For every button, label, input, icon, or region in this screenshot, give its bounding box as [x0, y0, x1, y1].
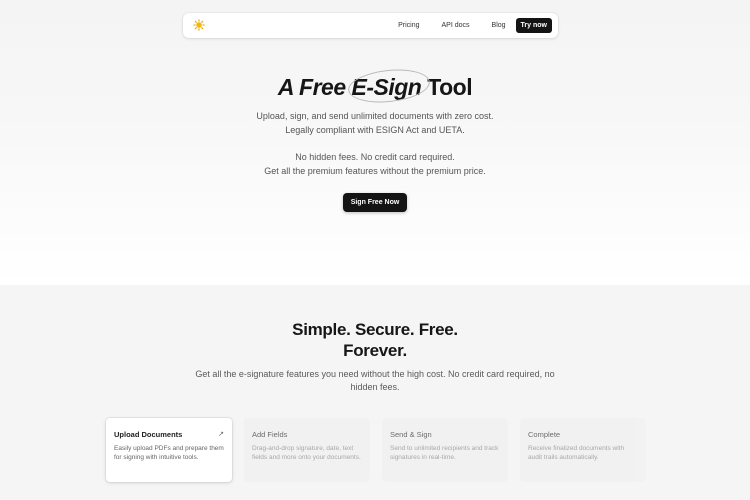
feature-card-desc: Receive finalized documents with audit t…: [528, 445, 625, 462]
features-desc-line2: hidden fees.: [350, 382, 400, 392]
nav-link-pricing[interactable]: Pricing: [398, 22, 419, 29]
hero-title: A Free E-Sign Tool: [0, 65, 750, 107]
feature-card-upload[interactable]: Upload Documents ↗ Easily upload PDFs an…: [106, 418, 232, 482]
sign-free-now-button[interactable]: Sign Free Now: [343, 193, 407, 212]
feature-card-title: Complete: [528, 430, 561, 439]
feature-card-title: Upload Documents: [114, 430, 183, 439]
nav-link-api-docs[interactable]: API docs: [442, 22, 470, 29]
feature-card-desc: Send to unlimited recipients and track s…: [390, 445, 499, 462]
nav-links: Pricing API docs Blog Try now: [398, 13, 552, 38]
hero-subtitle-line1: Upload, sign, and send unlimited documen…: [256, 111, 494, 121]
navbar: Pricing API docs Blog Try now: [183, 13, 558, 38]
hero-subtitle-line3: No hidden fees. No credit card required.: [295, 152, 455, 162]
feature-card-send-sign[interactable]: Send & Sign Send to unlimited recipients…: [382, 418, 508, 482]
nav-link-blog[interactable]: Blog: [492, 22, 506, 29]
features-title-line1: Simple. Secure. Free.: [292, 320, 458, 339]
hero-title-part1: A Free: [277, 74, 346, 100]
hero-subtitle-line2: Legally compliant with ESIGN Act and UET…: [285, 125, 465, 135]
feature-card-complete[interactable]: Complete Receive finalized documents wit…: [520, 418, 646, 482]
sun-icon[interactable]: [193, 19, 205, 31]
arrow-up-right-icon: ↗: [218, 431, 224, 438]
feature-card-add-fields[interactable]: Add Fields Drag-and-drop signature, date…: [244, 418, 370, 482]
feature-card-desc: Easily upload PDFs and prepare them for …: [114, 445, 224, 462]
hero-subtitle-line4: Get all the premium features without the…: [264, 166, 486, 176]
hero-title-part3: Tool: [427, 74, 473, 100]
try-now-button[interactable]: Try now: [515, 18, 552, 33]
feature-card-desc: Drag-and-drop signature, date, text fiel…: [252, 445, 361, 462]
features-title-line2: Forever.: [343, 341, 407, 360]
features-desc-line1: Get all the e-signature features you nee…: [195, 369, 555, 379]
feature-card-title: Send & Sign: [390, 430, 432, 439]
hero-title-highlight: E-Sign: [346, 65, 431, 107]
feature-card-title: Add Fields: [252, 430, 288, 439]
hero-background: [0, 0, 750, 285]
